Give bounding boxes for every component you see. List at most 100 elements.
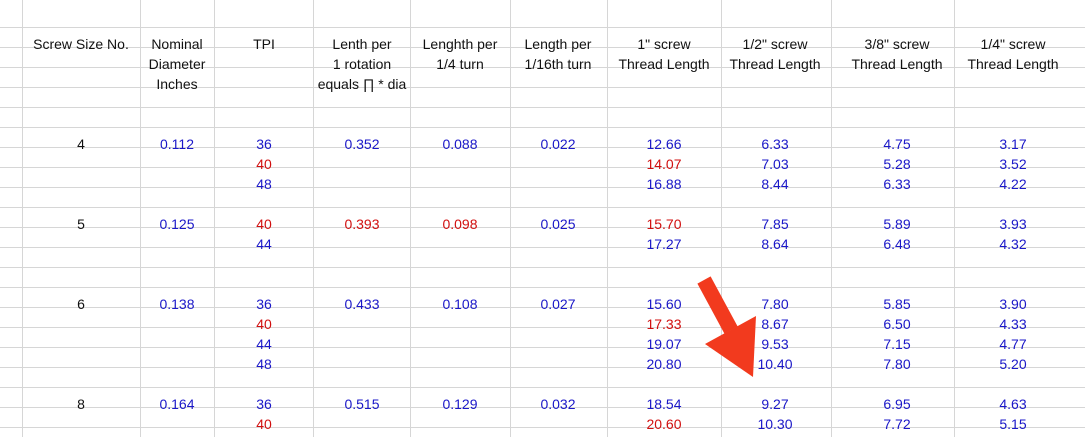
data-cell[interactable]: 6.50 xyxy=(841,314,953,334)
data-cell[interactable]: 0.433 xyxy=(312,294,412,314)
data-cell[interactable]: 4.77 xyxy=(960,334,1066,354)
header-cell[interactable]: Thread Length xyxy=(841,54,953,74)
data-cell[interactable]: 4.75 xyxy=(841,134,953,154)
data-cell[interactable]: 6.33 xyxy=(723,134,827,154)
data-cell[interactable]: 6.48 xyxy=(841,234,953,254)
data-cell[interactable]: 5.20 xyxy=(960,354,1066,374)
header-cell[interactable]: Diameter xyxy=(140,54,214,74)
data-cell[interactable]: 7.80 xyxy=(723,294,827,314)
data-cell[interactable]: 4 xyxy=(16,134,146,154)
data-cell[interactable]: 5.15 xyxy=(960,414,1066,434)
data-cell[interactable]: 40 xyxy=(219,414,309,434)
data-cell[interactable]: 8.67 xyxy=(723,314,827,334)
header-cell[interactable]: equals ∏ * dia xyxy=(312,74,412,94)
row-gridline xyxy=(0,267,1085,268)
data-cell[interactable]: 17.27 xyxy=(612,234,716,254)
header-cell[interactable]: Length per xyxy=(510,34,606,54)
data-cell[interactable]: 48 xyxy=(219,354,309,374)
data-cell[interactable]: 10.30 xyxy=(723,414,827,434)
data-cell[interactable]: 0.112 xyxy=(140,134,214,154)
data-cell[interactable]: 0.027 xyxy=(510,294,606,314)
data-cell[interactable]: 6.95 xyxy=(841,394,953,414)
data-cell[interactable]: 0.098 xyxy=(413,214,507,234)
data-cell[interactable]: 0.032 xyxy=(510,394,606,414)
header-cell[interactable]: Screw Size No. xyxy=(16,34,146,54)
data-cell[interactable]: 18.54 xyxy=(612,394,716,414)
header-cell[interactable]: 1 rotation xyxy=(312,54,412,74)
header-cell[interactable]: TPI xyxy=(219,34,309,54)
data-cell[interactable]: 3.52 xyxy=(960,154,1066,174)
data-cell[interactable]: 0.393 xyxy=(312,214,412,234)
header-cell[interactable]: 3/8" screw xyxy=(841,34,953,54)
data-cell[interactable]: 0.352 xyxy=(312,134,412,154)
header-cell[interactable]: Inches xyxy=(140,74,214,94)
data-cell[interactable]: 4.63 xyxy=(960,394,1066,414)
data-cell[interactable]: 0.515 xyxy=(312,394,412,414)
data-cell[interactable]: 0.108 xyxy=(413,294,507,314)
row-gridline xyxy=(0,107,1085,108)
data-cell[interactable]: 16.88 xyxy=(612,174,716,194)
data-cell[interactable]: 44 xyxy=(219,234,309,254)
data-cell[interactable]: 7.03 xyxy=(723,154,827,174)
data-cell[interactable]: 0.025 xyxy=(510,214,606,234)
data-cell[interactable]: 5 xyxy=(16,214,146,234)
data-cell[interactable]: 40 xyxy=(219,314,309,334)
header-cell[interactable]: 1/16th turn xyxy=(510,54,606,74)
data-cell[interactable]: 20.80 xyxy=(612,354,716,374)
header-cell[interactable]: 1/4" screw xyxy=(960,34,1066,54)
data-cell[interactable]: 15.70 xyxy=(612,214,716,234)
data-cell[interactable]: 9.27 xyxy=(723,394,827,414)
data-cell[interactable]: 0.088 xyxy=(413,134,507,154)
data-cell[interactable]: 36 xyxy=(219,394,309,414)
data-cell[interactable]: 19.07 xyxy=(612,334,716,354)
row-gridline xyxy=(0,27,1085,28)
header-cell[interactable]: 1" screw xyxy=(612,34,716,54)
data-cell[interactable]: 3.17 xyxy=(960,134,1066,154)
header-cell[interactable]: 1/4 turn xyxy=(413,54,507,74)
data-cell[interactable]: 3.90 xyxy=(960,294,1066,314)
header-cell[interactable]: Thread Length xyxy=(960,54,1066,74)
header-cell[interactable]: Nominal xyxy=(140,34,214,54)
data-cell[interactable]: 3.93 xyxy=(960,214,1066,234)
data-cell[interactable]: 0.138 xyxy=(140,294,214,314)
data-cell[interactable]: 44 xyxy=(219,334,309,354)
header-cell[interactable]: 1/2" screw xyxy=(723,34,827,54)
header-cell[interactable]: Thread Length xyxy=(612,54,716,74)
data-cell[interactable]: 9.53 xyxy=(723,334,827,354)
data-cell[interactable]: 0.129 xyxy=(413,394,507,414)
data-cell[interactable]: 8.64 xyxy=(723,234,827,254)
data-cell[interactable]: 7.85 xyxy=(723,214,827,234)
data-cell[interactable]: 8.44 xyxy=(723,174,827,194)
data-cell[interactable]: 7.15 xyxy=(841,334,953,354)
data-cell[interactable]: 5.28 xyxy=(841,154,953,174)
data-cell[interactable]: 12.66 xyxy=(612,134,716,154)
data-cell[interactable]: 10.40 xyxy=(723,354,827,374)
header-cell[interactable]: Lenth per xyxy=(312,34,412,54)
data-cell[interactable]: 20.60 xyxy=(612,414,716,434)
data-cell[interactable]: 5.85 xyxy=(841,294,953,314)
data-cell[interactable]: 40 xyxy=(219,214,309,234)
header-cell[interactable]: Lenghth per xyxy=(413,34,507,54)
data-cell[interactable]: 40 xyxy=(219,154,309,174)
data-cell[interactable]: 5.89 xyxy=(841,214,953,234)
row-gridline xyxy=(0,127,1085,128)
data-cell[interactable]: 0.022 xyxy=(510,134,606,154)
column-gridline xyxy=(721,0,722,437)
data-cell[interactable]: 15.60 xyxy=(612,294,716,314)
data-cell[interactable]: 7.80 xyxy=(841,354,953,374)
data-cell[interactable]: 0.125 xyxy=(140,214,214,234)
data-cell[interactable]: 17.33 xyxy=(612,314,716,334)
data-cell[interactable]: 48 xyxy=(219,174,309,194)
data-cell[interactable]: 4.22 xyxy=(960,174,1066,194)
data-cell[interactable]: 7.72 xyxy=(841,414,953,434)
data-cell[interactable]: 0.164 xyxy=(140,394,214,414)
data-cell[interactable]: 4.32 xyxy=(960,234,1066,254)
data-cell[interactable]: 14.07 xyxy=(612,154,716,174)
data-cell[interactable]: 36 xyxy=(219,134,309,154)
data-cell[interactable]: 6.33 xyxy=(841,174,953,194)
data-cell[interactable]: 4.33 xyxy=(960,314,1066,334)
data-cell[interactable]: 6 xyxy=(16,294,146,314)
header-cell[interactable]: Thread Length xyxy=(723,54,827,74)
data-cell[interactable]: 8 xyxy=(16,394,146,414)
data-cell[interactable]: 36 xyxy=(219,294,309,314)
